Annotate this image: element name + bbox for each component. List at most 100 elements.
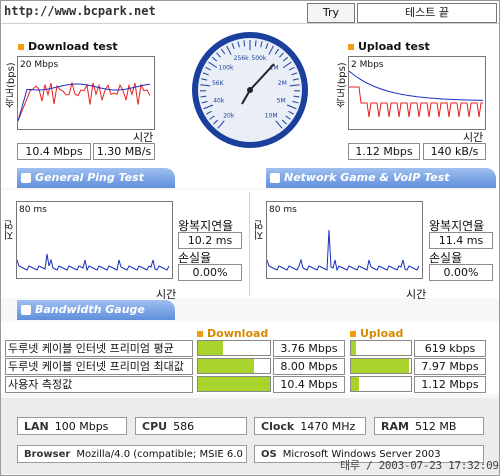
ping-left-rtt-value: 10.2 ms — [178, 232, 242, 249]
upload-average-line — [348, 70, 484, 101]
upload-mbps-box: 1.12 Mbps — [348, 143, 420, 160]
ping-divider — [249, 192, 250, 296]
browser-info: Browser Mozilla/4.0 (compatible; MSIE 6.0 — [17, 445, 247, 463]
tab-game-voip-label: Network Game & VoIP Test — [284, 171, 450, 184]
gauge-hub — [247, 87, 253, 93]
upload-kbs-box: 140 kB/s — [423, 143, 486, 160]
bw-download-bar — [197, 340, 271, 356]
bw-upload-header-text: Upload — [360, 327, 404, 340]
ram-info: RAM 512 MB — [374, 417, 484, 435]
cpu-info: CPU 586 — [135, 417, 247, 435]
cpu-label: CPU — [142, 420, 168, 433]
browser-label: Browser — [24, 449, 71, 460]
ping-left-line — [16, 253, 170, 272]
upload-chart: 2 Mbps — [348, 56, 486, 130]
ping-right-rtt-value: 11.4 ms — [429, 232, 493, 249]
download-title-text: Download test — [28, 40, 118, 53]
gauge-tick-label: 5M — [277, 98, 286, 105]
bw-download-value: 8.00 Mbps — [273, 358, 345, 375]
upload-chart-svg: 2 Mbps — [348, 60, 484, 118]
gauge-tick-label: 20k — [223, 112, 235, 119]
gauge-tick-label: 10M — [265, 112, 278, 119]
ping-right-svg: 80 ms — [266, 205, 420, 272]
bw-row-label: 사용자 측정값 — [5, 376, 193, 393]
ping-tab-icon — [21, 173, 31, 183]
download-title: Download test — [18, 40, 118, 53]
tab-game-voip[interactable]: Network Game & VoIP Test — [266, 168, 496, 188]
ram-value: 512 MB — [414, 420, 457, 433]
lan-label: LAN — [24, 420, 49, 433]
gauge-tick-label: 40k — [213, 98, 225, 105]
ping-left-chart: 80 ms — [16, 201, 173, 279]
upload-max-label: 2 Mbps — [351, 60, 384, 70]
gauge-tick-label: 2M — [278, 80, 287, 87]
speed-gauge: 20k 40k 56K 100k 256k 500k 1M 2M 5M 10M — [190, 30, 310, 150]
bw-upload-bar — [350, 358, 412, 374]
bw-download-header-text: Download — [207, 327, 269, 340]
gauge-tick-label: 256k — [234, 55, 249, 62]
bullet-icon — [348, 44, 354, 50]
bw-download-fill — [198, 359, 255, 373]
ping-right-line — [266, 229, 420, 272]
upload-measured-line — [349, 86, 483, 118]
bw-upload-value: 1.12 Mbps — [414, 376, 486, 393]
bandwidth-tab-icon — [21, 305, 31, 315]
gauge-svg: 20k40k56K100k256k 500k1M2M5M10M — [192, 32, 308, 148]
bw-upload-bar — [350, 376, 412, 392]
download-chart-svg: 20 Mbps — [17, 60, 151, 122]
gauge-tick-label: 56K — [212, 80, 225, 87]
ping-right-xlabel: 시간 — [406, 288, 427, 301]
browser-value: Mozilla/4.0 (compatible; MSIE 6.0 — [76, 449, 243, 460]
gauge-tick-label: 500k — [251, 55, 266, 62]
ping-right-max-label: 80 ms — [269, 205, 297, 215]
bw-upload-header: Upload — [350, 327, 403, 340]
bw-download-bar — [197, 358, 271, 374]
lan-info: LAN 100 Mbps — [17, 417, 127, 435]
site-url[interactable]: http://www.bcpark.net — [4, 4, 156, 18]
download-mbs-box: 1.30 MB/s — [93, 143, 155, 160]
ram-label: RAM — [381, 420, 409, 433]
bw-download-value: 10.4 Mbps — [273, 376, 345, 393]
clock-label: Clock — [261, 420, 295, 433]
bw-upload-value: 7.97 Mbps — [414, 358, 486, 375]
bullet-icon — [197, 331, 203, 337]
bullet-icon — [18, 44, 24, 50]
bw-download-bar — [197, 376, 271, 392]
ping-right-chart: 80 ms — [266, 201, 423, 279]
clock-info: Clock 1470 MHz — [254, 417, 366, 435]
voip-tab-icon — [270, 173, 280, 183]
bw-upload-fill — [351, 341, 356, 355]
bw-upload-value: 619 kbps — [414, 340, 486, 357]
upload-title: Upload test — [348, 40, 430, 53]
download-chart: 20 Mbps — [17, 56, 155, 130]
ping-right-loss-value: 0.00% — [429, 264, 493, 281]
footer-stamp: 태루 / 2003-07-23 17:32:09 — [340, 459, 499, 472]
bw-row-label: 두루넷 케이블 인터넷 프리미엄 평균 — [5, 340, 193, 357]
download-max-label: 20 Mbps — [20, 60, 59, 70]
bullet-icon — [350, 331, 356, 337]
test-status-field: 테스트 끝 — [357, 3, 497, 23]
lan-value: 100 Mbps — [54, 420, 109, 433]
tab-bandwidth-label: Bandwidth Gauge — [35, 303, 145, 316]
bw-upload-fill — [351, 359, 410, 373]
bw-upload-bar — [350, 340, 412, 356]
bw-row-label: 두루넷 케이블 인터넷 프리미엄 최대값 — [5, 358, 193, 375]
try-again-button[interactable]: Try again — [307, 3, 355, 37]
ping-left-loss-value: 0.00% — [178, 264, 242, 281]
cpu-value: 586 — [173, 420, 195, 433]
ping-left-svg: 80 ms — [16, 205, 170, 272]
bw-download-header: Download — [197, 327, 268, 340]
tab-bandwidth[interactable]: Bandwidth Gauge — [17, 300, 175, 320]
os-label: OS — [261, 449, 277, 460]
bw-download-fill — [198, 377, 270, 391]
bw-upload-fill — [351, 377, 360, 391]
gauge-tick-label: 100k — [219, 64, 234, 71]
bw-download-fill — [198, 341, 224, 355]
ping-left-max-label: 80 ms — [19, 205, 47, 215]
download-mbps-box: 10.4 Mbps — [17, 143, 91, 160]
bw-download-value: 3.76 Mbps — [273, 340, 345, 357]
upload-title-text: Upload test — [358, 40, 430, 53]
tab-general-ping[interactable]: General Ping Test — [17, 168, 175, 188]
clock-value: 1470 MHz — [300, 420, 356, 433]
tab-general-ping-label: General Ping Test — [35, 171, 144, 184]
